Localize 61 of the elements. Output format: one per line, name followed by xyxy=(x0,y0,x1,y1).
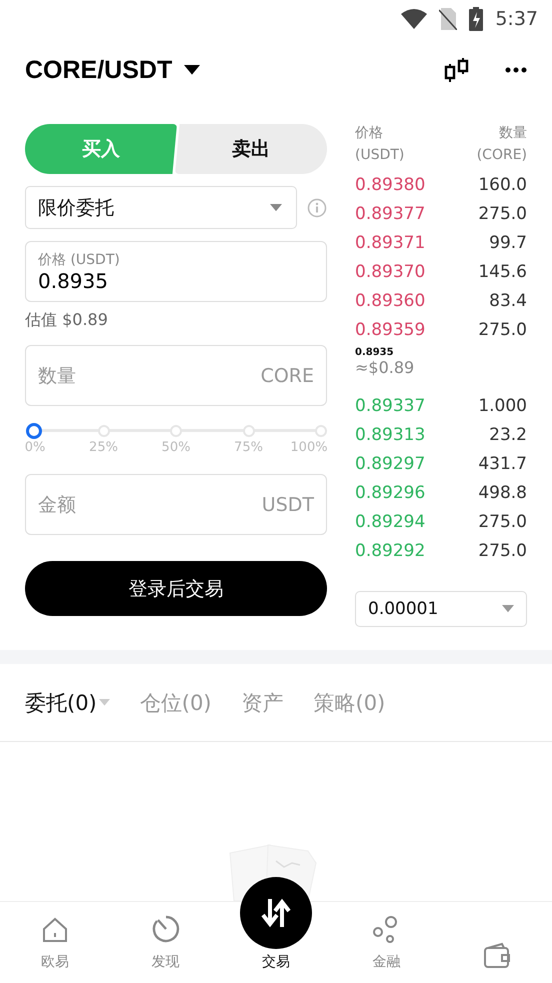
bid-price: 0.89313 xyxy=(355,424,426,444)
nav-tab[interactable]: 欧易 xyxy=(0,902,110,983)
caret-icon xyxy=(98,699,110,706)
ask-price: 0.89370 xyxy=(355,262,426,282)
ask-quantity: 83.4 xyxy=(489,290,527,310)
ask-price: 0.89380 xyxy=(355,174,426,194)
clock-time: 5:37 xyxy=(495,8,538,30)
last-price-usd: ≈$0.89 xyxy=(355,358,416,377)
bid-price: 0.89292 xyxy=(355,540,426,560)
bid-quantity: 275.0 xyxy=(478,540,527,560)
ask-price: 0.89359 xyxy=(355,320,426,340)
trade-tab[interactable]: 交易 xyxy=(220,866,332,983)
wallet-icon xyxy=(482,941,512,971)
column-unit: (USDT) xyxy=(355,146,404,165)
pair-title[interactable]: CORE/USDT xyxy=(25,56,172,84)
percent-slider[interactable]: 0% 25% 50% 75% 100% xyxy=(25,424,327,460)
ask-quantity: 275.0 xyxy=(478,204,527,224)
amount-field[interactable]: 数量 CORE xyxy=(25,345,327,406)
precision-select[interactable]: 0.00001 xyxy=(355,591,527,627)
order-tab[interactable]: 委托(0) xyxy=(25,688,110,716)
wifi-icon xyxy=(401,9,428,29)
bid-quantity: 275.0 xyxy=(478,512,527,532)
bid-price: 0.89297 xyxy=(355,454,426,474)
bid-price: 0.89337 xyxy=(355,396,426,416)
ask-quantity: 275.0 xyxy=(478,320,527,340)
order-tab[interactable]: 仓位(0) xyxy=(140,688,212,716)
ask-price: 0.89371 xyxy=(355,232,426,252)
ask-quantity: 99.7 xyxy=(489,232,527,252)
ask-quantity: 145.6 xyxy=(478,262,527,282)
price-field[interactable]: 价格 (USDT) 0.8935 xyxy=(25,241,327,302)
bid-price: 0.89296 xyxy=(355,482,426,502)
ask-price: 0.89377 xyxy=(355,204,426,224)
ask-price: 0.89360 xyxy=(355,290,426,310)
column-header: 数量 xyxy=(499,124,527,143)
column-header: 价格 xyxy=(355,124,383,143)
order-type-select[interactable]: 限价委托 xyxy=(25,186,297,229)
bid-quantity: 1.000 xyxy=(478,396,527,416)
candlestick-icon[interactable] xyxy=(443,56,471,84)
bid-quantity: 431.7 xyxy=(478,454,527,474)
caret-icon xyxy=(502,605,514,613)
side-tab[interactable]: 卖出 xyxy=(175,124,327,174)
column-unit: (CORE) xyxy=(476,146,527,165)
login-trade-button[interactable]: 登录后交易 xyxy=(25,561,327,616)
nav-tab[interactable]: 金融 xyxy=(331,902,442,983)
nav-tab[interactable]: 发现 xyxy=(110,902,221,983)
more-icon[interactable] xyxy=(505,67,527,73)
order-tab[interactable]: 策略(0) xyxy=(314,688,386,716)
no-sim-icon xyxy=(439,8,458,30)
battery-icon xyxy=(469,7,484,31)
total-field[interactable]: 金额 USDT xyxy=(25,474,327,535)
caret-icon xyxy=(270,204,282,212)
bid-price: 0.89294 xyxy=(355,512,426,532)
bid-quantity: 23.2 xyxy=(489,424,527,444)
side-tab[interactable]: 买入 xyxy=(25,124,177,174)
ask-quantity: 160.0 xyxy=(478,174,527,194)
last-price: 0.8935 xyxy=(355,347,395,358)
bid-quantity: 498.8 xyxy=(478,482,527,502)
order-tab[interactable]: 资产 xyxy=(242,688,284,716)
estimate-text: 估值 $0.89 xyxy=(25,310,109,331)
compass-icon xyxy=(150,913,182,945)
caret-icon[interactable] xyxy=(184,65,200,75)
